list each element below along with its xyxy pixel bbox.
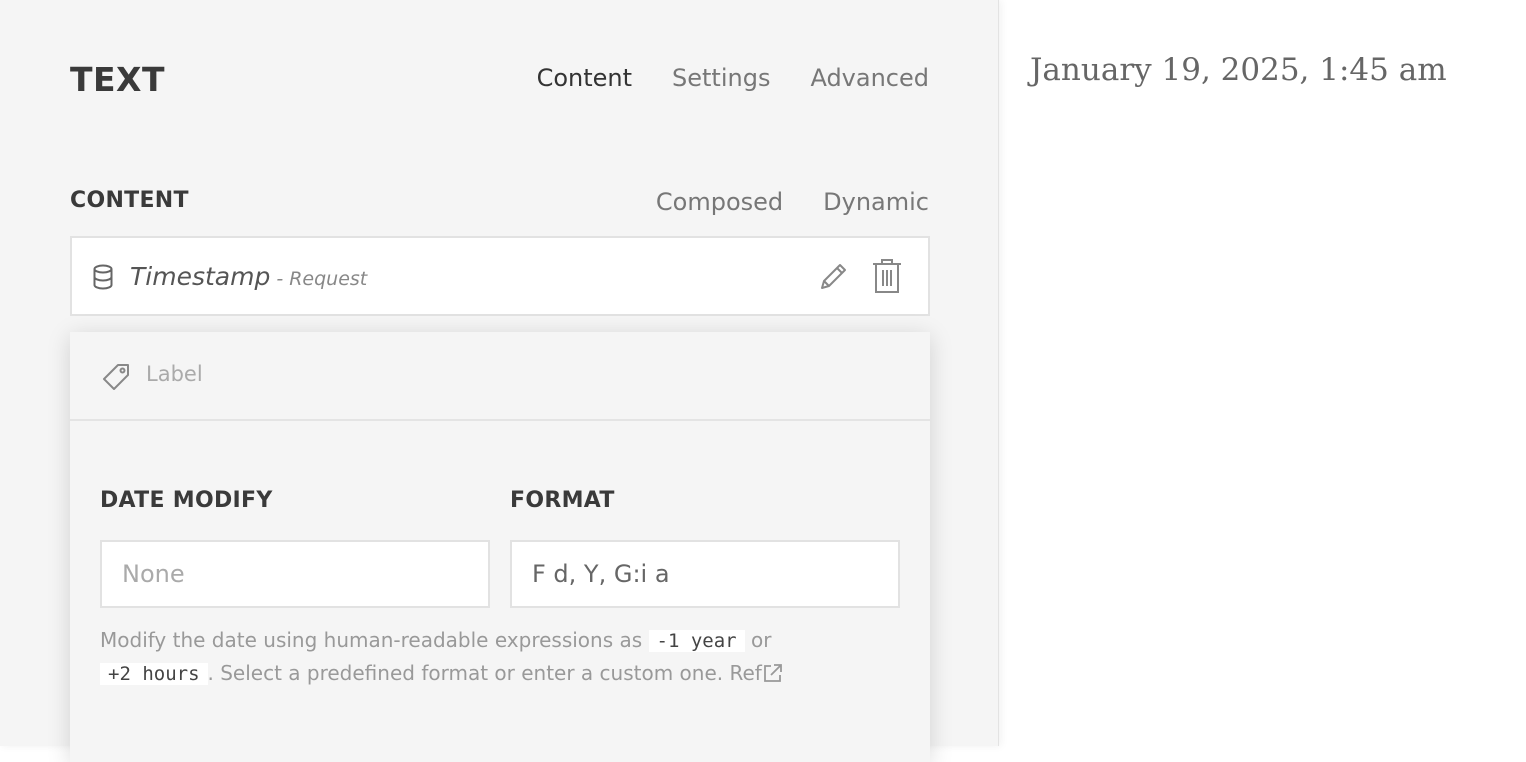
preview-output: January 19, 2025, 1:45 am (1030, 52, 1447, 88)
mode-composed[interactable]: Composed (656, 188, 783, 216)
header-tabs: Content Settings Advanced (537, 64, 929, 92)
help-text: Modify the date using human-readable exp… (100, 624, 900, 690)
external-link-icon (763, 664, 782, 682)
tab-content[interactable]: Content (537, 64, 632, 92)
dynamic-field-name: Timestamp (130, 262, 271, 291)
help-text-part: Modify the date using human-readable exp… (100, 628, 649, 652)
dynamic-field-source: - Request (276, 268, 368, 290)
panel-title: TEXT (70, 60, 166, 99)
tab-advanced[interactable]: Advanced (810, 64, 929, 92)
trash-icon[interactable] (870, 257, 904, 295)
help-text-part: or (744, 628, 772, 652)
pencil-icon[interactable] (816, 260, 850, 294)
content-section-title: CONTENT (70, 188, 189, 213)
format-label: FORMAT (510, 488, 615, 513)
date-modify-label: DATE MODIFY (100, 488, 273, 513)
help-text-part: . Select a predefined format or enter a … (207, 661, 730, 685)
code-example: +2 hours (100, 663, 208, 685)
date-modify-input[interactable] (100, 540, 490, 608)
editor-panel: TEXT Content Settings Advanced CONTENT C… (0, 0, 999, 762)
format-input[interactable] (510, 540, 900, 608)
mode-dynamic[interactable]: Dynamic (823, 188, 929, 216)
dynamic-field-label: Timestamp - Request (130, 262, 367, 291)
ref-link-label: Ref (729, 661, 762, 685)
label-input[interactable] (146, 362, 846, 386)
tab-settings[interactable]: Settings (672, 64, 770, 92)
label-row (70, 332, 930, 421)
tag-icon (103, 364, 129, 390)
dynamic-field-box[interactable]: Timestamp - Request (70, 236, 930, 316)
code-example: -1 year (648, 630, 745, 652)
database-icon (93, 264, 113, 290)
content-mode-tabs: Composed Dynamic (656, 188, 929, 216)
ref-link[interactable]: Ref (729, 661, 783, 685)
dynamic-field-settings-popup: DATE MODIFY FORMAT Modify the date using… (70, 332, 930, 762)
